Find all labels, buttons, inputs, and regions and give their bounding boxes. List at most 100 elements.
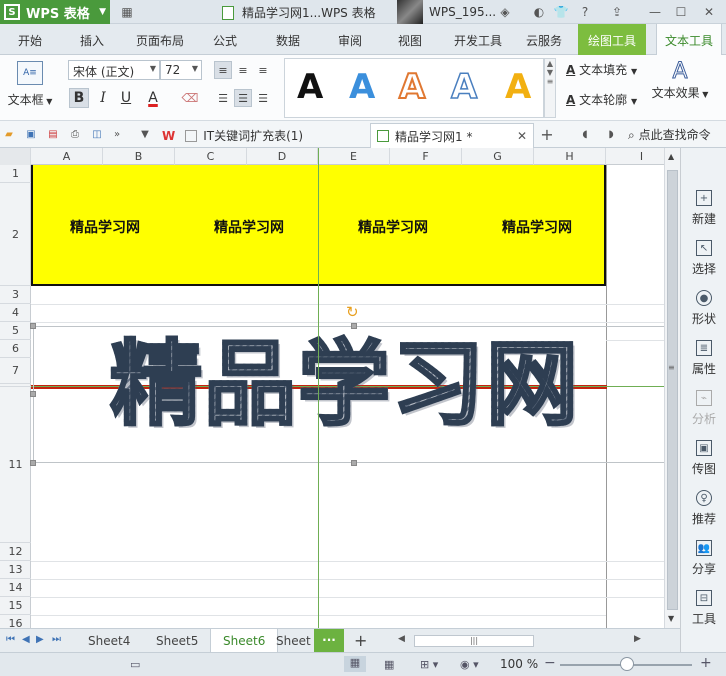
wordart-style-black[interactable]: A <box>297 67 323 107</box>
column-c[interactable]: C <box>175 148 247 165</box>
column-e[interactable]: E <box>318 148 390 165</box>
chevron-down-icon[interactable]: ▼ <box>138 127 152 141</box>
vip-icon[interactable]: ◈ <box>496 3 514 21</box>
tab-formula[interactable]: 公式 <box>213 32 237 49</box>
app-menu-button[interactable]: S WPS 表格 ▼ <box>0 0 110 24</box>
more-icon[interactable]: » <box>110 127 124 141</box>
shield-icon[interactable]: ◐ <box>530 3 548 21</box>
add-sheet-button[interactable]: + <box>354 631 367 650</box>
scroll-down-icon[interactable]: ▼ <box>668 614 674 623</box>
resize-handle[interactable] <box>351 460 357 466</box>
tab-page-layout[interactable]: 页面布局 <box>136 32 184 49</box>
rotate-handle-icon[interactable]: ↻ <box>346 303 359 321</box>
row-16[interactable]: 16 <box>0 615 31 628</box>
align-center-button[interactable]: ☰ <box>234 89 252 107</box>
skin-icon[interactable]: 👕 <box>552 3 570 21</box>
column-b[interactable]: B <box>103 148 175 165</box>
normal-view-icon[interactable]: ▦ <box>344 656 366 672</box>
side-upload-image[interactable]: ▣ 传图 <box>681 434 726 482</box>
italic-button[interactable]: I <box>93 88 113 108</box>
upload-icon[interactable]: ⇪ <box>608 3 626 21</box>
scroll-left-icon[interactable]: ◀ <box>398 634 405 644</box>
save-icon[interactable]: ▣ <box>24 127 38 141</box>
font-name-select[interactable]: 宋体 (正文) ▼ <box>68 60 160 80</box>
command-search[interactable]: ⌕ 点此查找命令 <box>628 126 711 143</box>
tab-text-tools[interactable]: 文本工具 <box>656 24 723 56</box>
tab-review[interactable]: 审阅 <box>338 32 362 49</box>
vertical-scrollbar[interactable]: ▲ ≡ ▼ <box>664 148 680 628</box>
maximize-icon[interactable]: ☐ <box>672 3 690 21</box>
row-7[interactable]: 7 <box>0 358 31 384</box>
new-tab-icon[interactable]: + <box>540 125 554 144</box>
row-4[interactable]: 4 <box>0 304 31 322</box>
bold-button[interactable]: B <box>69 88 89 108</box>
row-15[interactable]: 15 <box>0 597 31 615</box>
align-middle-button[interactable]: ≡ <box>234 61 252 79</box>
nav-forward-icon[interactable]: ◗ <box>604 127 618 141</box>
header-cell-3[interactable]: 精品学习网 <box>321 217 465 237</box>
wordart-style-blue[interactable]: A <box>349 67 375 107</box>
tab-developer[interactable]: 开发工具 <box>454 32 502 49</box>
row-12[interactable]: 12 <box>0 543 31 561</box>
align-top-button[interactable]: ≡ <box>214 61 232 79</box>
more-sheets-button[interactable]: ··· <box>314 629 344 653</box>
prev-sheet-icon[interactable]: ◀ <box>22 634 30 645</box>
align-right-button[interactable]: ☰ <box>254 89 272 107</box>
print-preview-icon[interactable]: ◫ <box>90 127 104 141</box>
minimize-icon[interactable]: — <box>646 3 664 21</box>
header-cell-4[interactable]: 精品学习网 <box>465 217 609 237</box>
underline-button[interactable]: U <box>116 88 136 108</box>
row-1[interactable]: 1 <box>0 165 31 183</box>
side-recommend[interactable]: ♀ 推荐 <box>681 484 726 532</box>
row-14[interactable]: 14 <box>0 579 31 597</box>
doc-tab-active[interactable]: 精品学习网1 * ✕ <box>370 123 534 148</box>
text-outline-button[interactable]: A 文本轮廓 ▼ <box>566 91 637 108</box>
text-effect-button[interactable]: A 文本效果 ▼ <box>650 59 710 101</box>
print-icon[interactable]: ⎙ <box>68 127 82 141</box>
worksheet[interactable]: A B C D E F G H I 1 2 3 4 5 6 7 11 12 13… <box>0 148 680 628</box>
side-new[interactable]: + 新建 <box>681 184 726 232</box>
row-13[interactable]: 13 <box>0 561 31 579</box>
textbox-button[interactable]: A≡ 文本框 ▼ <box>4 61 56 117</box>
gallery-scroll-button[interactable]: ▲ ▼ ≡ <box>544 58 556 118</box>
select-all-corner[interactable] <box>0 148 31 165</box>
wordart-style-gold[interactable]: A <box>505 67 531 107</box>
align-bottom-button[interactable]: ≡ <box>254 61 272 79</box>
resize-handle[interactable] <box>30 391 36 397</box>
wordart-style-blue-outline[interactable]: A <box>450 66 478 108</box>
tab-view[interactable]: 视图 <box>398 32 422 49</box>
row-5[interactable]: 5 <box>0 322 31 340</box>
column-g[interactable]: G <box>462 148 534 165</box>
column-f[interactable]: F <box>390 148 462 165</box>
tab-insert[interactable]: 插入 <box>80 32 104 49</box>
close-icon[interactable]: ✕ <box>700 3 718 21</box>
tab-draw-tools[interactable]: 绘图工具 <box>578 24 647 55</box>
column-d[interactable]: D <box>247 148 318 165</box>
row-11[interactable]: 11 <box>0 387 31 543</box>
scroll-thumb[interactable] <box>667 170 678 610</box>
scroll-up-icon[interactable]: ▲ <box>668 152 674 161</box>
column-h[interactable]: H <box>534 148 606 165</box>
tab-data[interactable]: 数据 <box>276 32 300 49</box>
scroll-thumb[interactable]: ||| <box>414 635 534 647</box>
zoom-in-icon[interactable]: + <box>700 655 712 671</box>
horizontal-scrollbar[interactable]: ◀ ||| ▶ <box>396 634 646 648</box>
nav-back-icon[interactable]: ◖ <box>578 127 592 141</box>
tab-cloud[interactable]: 云服务 <box>526 32 562 49</box>
resize-handle[interactable] <box>30 460 36 466</box>
macro-record-icon[interactable]: ▭ <box>130 658 140 671</box>
close-tab-icon[interactable]: ✕ <box>517 129 527 143</box>
zoom-level[interactable]: 100 % <box>500 657 538 671</box>
resize-handle[interactable] <box>30 323 36 329</box>
scroll-right-icon[interactable]: ▶ <box>634 634 641 644</box>
next-sheet-icon[interactable]: ▶ <box>36 634 44 645</box>
export-pdf-icon[interactable]: ▤ <box>46 127 60 141</box>
row-3[interactable]: 3 <box>0 286 31 304</box>
side-share[interactable]: 👥 分享 <box>681 534 726 582</box>
column-a[interactable]: A <box>31 148 103 165</box>
tab-home[interactable]: 开始 <box>18 32 42 49</box>
side-tools[interactable]: ⊟ 工具 <box>681 584 726 632</box>
first-sheet-icon[interactable]: ⏮ <box>6 634 15 645</box>
align-left-button[interactable]: ☰ <box>214 89 232 107</box>
doc-tab-keywords[interactable]: W IT关键词扩充表(1) <box>156 123 368 148</box>
